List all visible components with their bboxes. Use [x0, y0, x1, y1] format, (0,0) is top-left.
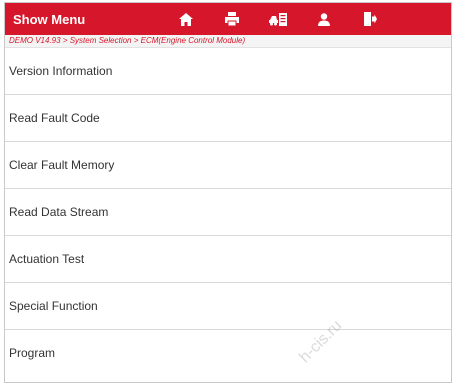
- menu-item-clear-fault-memory[interactable]: Clear Fault Memory: [5, 142, 451, 189]
- function-menu-list: Version Information Read Fault Code Clea…: [5, 48, 451, 376]
- user-button[interactable]: [301, 3, 347, 35]
- user-icon: [318, 12, 330, 26]
- breadcrumb: DEMO V14.93 > System Selection > ECM(Eng…: [9, 36, 246, 45]
- page-title: Show Menu: [13, 11, 86, 27]
- toolbar: [163, 3, 393, 35]
- car-vehicle-icon: [269, 12, 287, 26]
- menu-item-program[interactable]: Program: [5, 330, 451, 376]
- menu-item-actuation-test[interactable]: Actuation Test: [5, 236, 451, 283]
- menu-item-read-data-stream[interactable]: Read Data Stream: [5, 189, 451, 236]
- exit-icon: [363, 12, 377, 26]
- menu-item-read-fault-code[interactable]: Read Fault Code: [5, 95, 451, 142]
- app-window: Show Menu DEMO V14.93 > System Selection…: [4, 2, 452, 383]
- menu-item-version-information[interactable]: Version Information: [5, 48, 451, 95]
- home-button[interactable]: [163, 3, 209, 35]
- print-button[interactable]: [209, 3, 255, 35]
- menu-item-special-function[interactable]: Special Function: [5, 283, 451, 330]
- title-bar: Show Menu: [5, 3, 451, 35]
- breadcrumb-bar: DEMO V14.93 > System Selection > ECM(Eng…: [5, 35, 451, 48]
- print-icon: [225, 12, 239, 26]
- home-icon: [179, 12, 193, 26]
- vehicle-info-button[interactable]: [255, 3, 301, 35]
- exit-button[interactable]: [347, 3, 393, 35]
